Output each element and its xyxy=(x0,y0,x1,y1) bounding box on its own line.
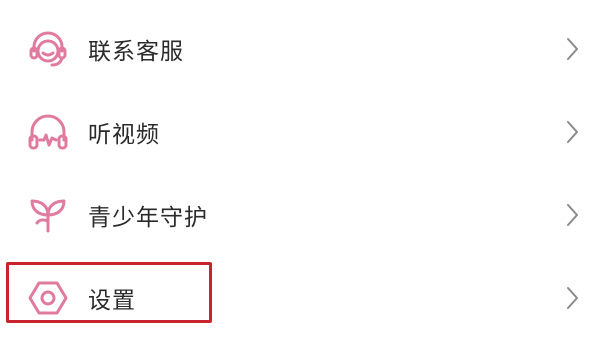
chevron-right-icon xyxy=(562,117,582,147)
menu-item-listen-video[interactable]: 听视频 xyxy=(0,92,600,172)
menu-item-label: 设置 xyxy=(88,288,136,314)
sprout-icon xyxy=(26,193,70,237)
menu-item-contact-service[interactable]: 联系客服 xyxy=(0,9,600,89)
chevron-right-icon xyxy=(562,34,582,64)
menu-item-label: 联系客服 xyxy=(88,39,184,65)
chevron-right-icon xyxy=(562,200,582,230)
menu-item-label: 听视频 xyxy=(88,122,160,148)
chevron-right-icon xyxy=(562,283,582,313)
menu-item-label: 青少年守护 xyxy=(88,205,208,231)
menu-item-settings[interactable]: 设置 xyxy=(0,258,600,338)
headset-icon xyxy=(26,27,70,71)
headphones-icon xyxy=(26,110,70,154)
settings-icon xyxy=(26,276,70,320)
menu-item-youth-protection[interactable]: 青少年守护 xyxy=(0,175,600,255)
settings-menu: 联系客服 听视频 青少年守护 设置 xyxy=(0,0,600,346)
